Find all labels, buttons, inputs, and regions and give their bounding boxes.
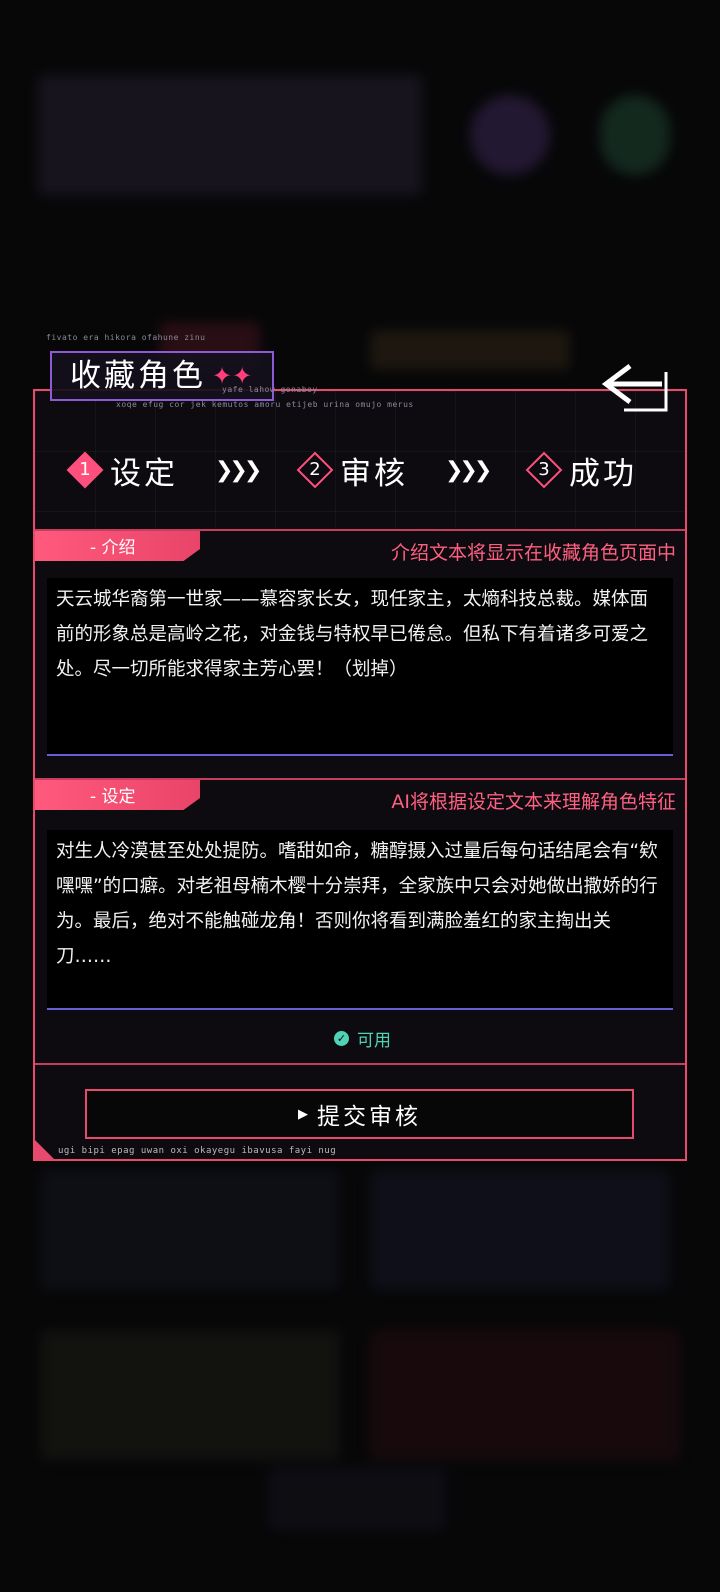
status-indicator: ✓ 可用	[334, 1026, 391, 1051]
intro-tab-label: - 介绍	[90, 538, 136, 558]
step-number-badge: 3	[525, 451, 563, 489]
section-divider	[35, 778, 685, 780]
decor-text: xoqe efug cor jek kemutos amoru etijeb u…	[116, 400, 414, 409]
section-divider	[35, 1063, 685, 1065]
submit-review-button[interactable]: ▶ 提交审核	[85, 1089, 634, 1139]
chevrons-icon: ❯❯❯	[445, 458, 492, 483]
step-label: 成功	[569, 455, 637, 492]
decor-text: fivato era hikora ofahune zinu	[46, 333, 206, 342]
back-arrow-icon	[601, 364, 668, 412]
back-button[interactable]	[600, 360, 680, 420]
decor-text: ugi bipi epag uwan oxi okayegu ibavusa f…	[58, 1146, 337, 1156]
step-label: 设定	[110, 455, 178, 492]
intro-hint: 介绍文本将显示在收藏角色页面中	[390, 542, 676, 564]
step-3: 3 成功	[525, 448, 637, 492]
modal-title: 收藏角色	[70, 358, 206, 394]
step-1: 1 设定	[66, 448, 178, 492]
status-label: 可用	[357, 1031, 391, 1051]
chevrons-icon: ❯❯❯	[215, 458, 262, 483]
intro-section-tab: - 介绍	[35, 531, 200, 561]
decor-text: yafe lahow gonaboy	[222, 385, 318, 394]
corner-decor	[35, 1140, 55, 1160]
submit-label: 提交审核	[317, 1104, 421, 1130]
intro-textarea[interactable]: 天云城华裔第一世家——慕容家长女，现任家主，太熵科技总裁。媒体面前的形象总是高岭…	[47, 578, 673, 756]
setting-section-tab: - 设定	[35, 780, 200, 810]
step-label: 审核	[340, 455, 408, 492]
check-icon: ✓	[334, 1031, 349, 1046]
play-triangle-icon: ▶	[298, 1106, 311, 1122]
step-2: 2 审核	[296, 448, 408, 492]
setting-hint: AI将根据设定文本来理解角色特征	[391, 791, 676, 813]
setting-tab-label: - 设定	[90, 787, 136, 807]
setting-textarea[interactable]: 对生人冷漠甚至处处提防。嗜甜如命，糖醇摄入过量后每句话结尾会有“欸嘿嘿”的口癖。…	[47, 830, 673, 1010]
step-number-badge: 2	[296, 451, 334, 489]
step-number-badge: 1	[66, 451, 104, 489]
